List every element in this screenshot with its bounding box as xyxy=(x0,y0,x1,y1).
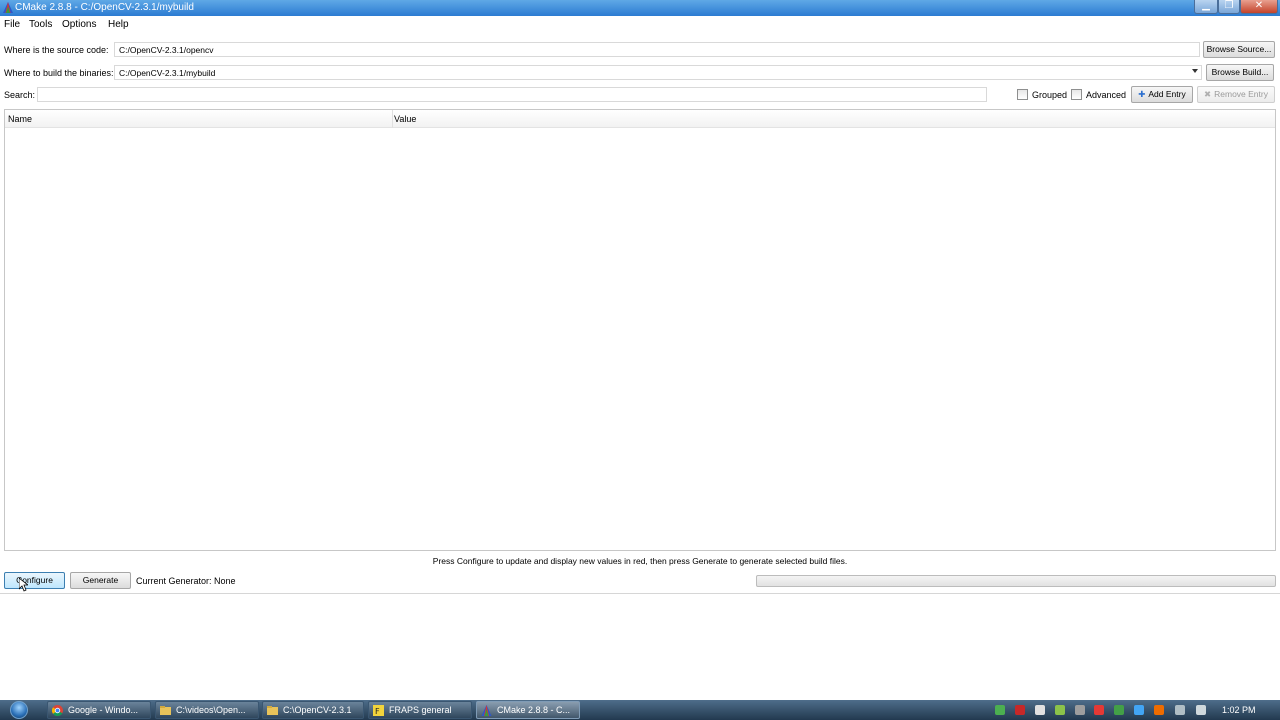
windows-logo-icon xyxy=(10,701,28,719)
plus-icon: ✚ xyxy=(1138,89,1146,99)
progress-bar xyxy=(756,575,1276,587)
maximize-button[interactable]: ❐ xyxy=(1218,0,1240,14)
tray-volume-icon[interactable] xyxy=(1196,705,1206,715)
taskbar-clock[interactable]: 1:02 PM xyxy=(1222,705,1256,715)
menu-file[interactable]: File xyxy=(4,19,20,30)
menu-tools[interactable]: Tools xyxy=(29,19,52,30)
taskbar-item-cmake[interactable]: CMake 2.8.8 - C... xyxy=(476,701,580,719)
task-label: CMake 2.8.8 - C... xyxy=(497,705,571,715)
tray-media-icon[interactable] xyxy=(1154,705,1164,715)
minimize-button[interactable]: ▁ xyxy=(1194,0,1218,14)
remove-entry-label: Remove Entry xyxy=(1214,89,1268,99)
current-generator: Current Generator: None xyxy=(136,576,236,586)
close-button[interactable]: ✕ xyxy=(1240,0,1278,14)
tray-network-shield-icon[interactable] xyxy=(995,705,1005,715)
binaries-path-combo[interactable]: C:/OpenCV-2.3.1/mybuild xyxy=(114,65,1202,80)
remove-icon: ✖ xyxy=(1204,89,1212,99)
add-entry-label: Add Entry xyxy=(1148,89,1186,99)
task-label: Google - Windo... xyxy=(68,705,139,715)
search-input[interactable] xyxy=(37,87,987,102)
grouped-label: Grouped xyxy=(1032,90,1068,100)
source-label: Where is the source code: xyxy=(4,45,109,55)
advanced-checkbox[interactable] xyxy=(1071,89,1082,100)
menu-help[interactable]: Help xyxy=(108,19,129,30)
output-log[interactable] xyxy=(0,594,1280,694)
chevron-down-icon[interactable] xyxy=(1192,69,1198,73)
window-title: CMake 2.8.8 - C:/OpenCV-2.3.1/mybuild xyxy=(15,2,194,13)
chrome-icon xyxy=(52,705,63,716)
svg-text:F: F xyxy=(375,707,380,716)
restore-icon: ❐ xyxy=(1224,0,1234,11)
tray-antivirus-icon[interactable] xyxy=(1094,705,1104,715)
task-label: C:\videos\Open... xyxy=(176,705,246,715)
taskbar-item-folder-opencv[interactable]: C:\OpenCV-2.3.1 xyxy=(262,701,364,719)
tray-display-icon[interactable] xyxy=(1175,705,1185,715)
menu-bar: File Tools Options Help xyxy=(0,16,1280,34)
taskbar-item-chrome[interactable]: Google - Windo... xyxy=(47,701,151,719)
taskbar-item-fraps[interactable]: F FRAPS general xyxy=(368,701,472,719)
tray-utorrent-icon[interactable] xyxy=(1114,705,1124,715)
taskbar-item-folder-videos[interactable]: C:\videos\Open... xyxy=(155,701,259,719)
table-header: Name Value xyxy=(5,110,1275,128)
start-button[interactable] xyxy=(6,700,36,720)
folder-icon xyxy=(267,706,278,715)
task-label: C:\OpenCV-2.3.1 xyxy=(283,705,352,715)
cmake-icon xyxy=(481,705,492,716)
search-label: Search: xyxy=(4,90,36,100)
advanced-label: Advanced xyxy=(1086,90,1127,100)
fraps-icon: F xyxy=(373,705,384,716)
task-label: FRAPS general xyxy=(389,705,452,715)
tray-globe-icon[interactable] xyxy=(1134,705,1144,715)
browse-build-button[interactable]: Browse Build... xyxy=(1206,64,1274,81)
close-icon: ✕ xyxy=(1254,0,1264,11)
status-message: Press Configure to update and display ne… xyxy=(432,556,848,566)
binaries-path-value: C:/OpenCV-2.3.1/mybuild xyxy=(119,68,216,78)
tray-settings-icon[interactable] xyxy=(1075,705,1085,715)
add-entry-button[interactable]: ✚ Add Entry xyxy=(1131,86,1193,103)
grouped-checkbox[interactable] xyxy=(1017,89,1028,100)
column-header-name[interactable]: Name xyxy=(8,114,32,124)
source-path-input[interactable]: C:/OpenCV-2.3.1/opencv xyxy=(114,42,1200,57)
menu-options[interactable]: Options xyxy=(62,19,96,30)
folder-icon xyxy=(160,706,171,715)
remove-entry-button[interactable]: ✖ Remove Entry xyxy=(1197,86,1275,103)
taskbar: Google - Windo... C:\videos\Open... C:\O… xyxy=(0,700,1280,720)
mouse-cursor-icon xyxy=(19,578,28,592)
generate-button[interactable]: Generate xyxy=(70,572,131,589)
cmake-app-icon xyxy=(3,2,13,13)
minimize-icon: ▁ xyxy=(1202,0,1210,11)
title-bar[interactable]: CMake 2.8.8 - C:/OpenCV-2.3.1/mybuild ▁ … xyxy=(0,0,1280,16)
tray-flag-icon[interactable] xyxy=(1035,705,1045,715)
configure-button[interactable]: Configure xyxy=(4,572,65,589)
column-divider[interactable] xyxy=(392,110,393,128)
browse-source-button[interactable]: Browse Source... xyxy=(1203,41,1275,58)
column-header-value[interactable]: Value xyxy=(394,114,416,124)
tray-update-icon[interactable] xyxy=(1055,705,1065,715)
cache-table[interactable]: Name Value xyxy=(4,109,1276,551)
tray-app-icon[interactable] xyxy=(1015,705,1025,715)
binaries-label: Where to build the binaries: xyxy=(4,68,114,78)
